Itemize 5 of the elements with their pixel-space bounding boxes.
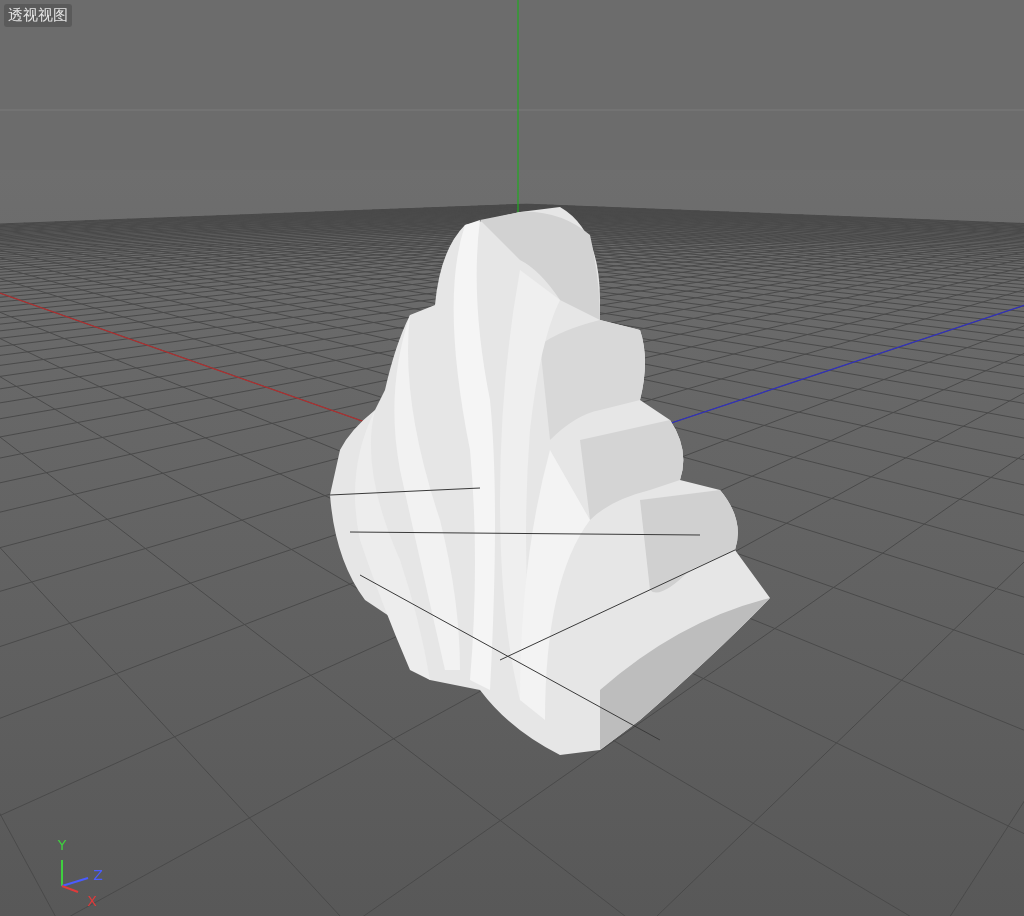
axis-label: Y — [57, 837, 67, 853]
axis-gizmo-drawing — [61, 859, 89, 893]
viewport-title: 透视视图 — [4, 4, 72, 27]
axis-label: Z — [93, 867, 103, 883]
axis-label: X — [87, 893, 97, 909]
